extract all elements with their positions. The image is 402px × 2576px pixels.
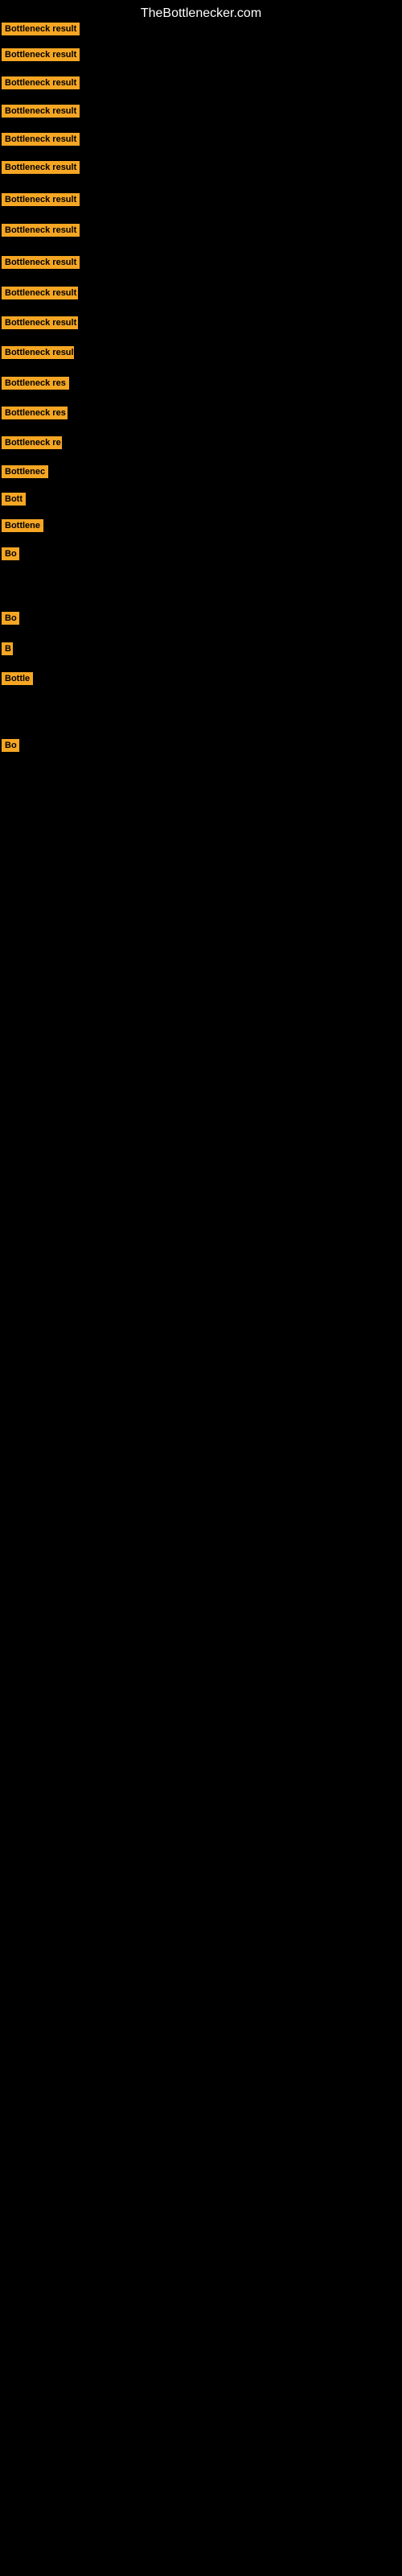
bottleneck-result-label: Bottleneck result	[2, 287, 78, 299]
bottleneck-result-label: Bottleneck res	[2, 377, 69, 390]
bottleneck-result-label: Bottle	[2, 672, 33, 685]
bottleneck-result-label: Bottleneck result	[2, 346, 74, 359]
bottleneck-result-label: Bottleneck result	[2, 48, 80, 61]
bottleneck-result-label: Bottlenec	[2, 465, 48, 478]
bottleneck-result-label: Bottleneck result	[2, 23, 80, 35]
bottleneck-result-label: Bottlene	[2, 519, 43, 532]
bottleneck-result-label: B	[2, 642, 13, 655]
bottleneck-result-label: Bottleneck result	[2, 161, 80, 174]
bottleneck-result-label: Bott	[2, 493, 26, 506]
bottleneck-result-label: Bottleneck result	[2, 224, 80, 237]
bottleneck-result-label: Bo	[2, 612, 19, 625]
bottleneck-result-label: Bottleneck result	[2, 193, 80, 206]
bottleneck-result-label: Bottleneck result	[2, 256, 80, 269]
bottleneck-result-label: Bottleneck result	[2, 76, 80, 89]
bottleneck-result-label: Bottleneck result	[2, 316, 78, 329]
bottleneck-result-label: Bo	[2, 547, 19, 560]
bottleneck-result-label: Bottleneck res	[2, 407, 68, 419]
bottleneck-result-label: Bottleneck result	[2, 133, 80, 146]
bottleneck-result-label: Bottleneck re	[2, 436, 62, 449]
bottleneck-result-label: Bo	[2, 739, 19, 752]
bottleneck-result-label: Bottleneck result	[2, 105, 80, 118]
